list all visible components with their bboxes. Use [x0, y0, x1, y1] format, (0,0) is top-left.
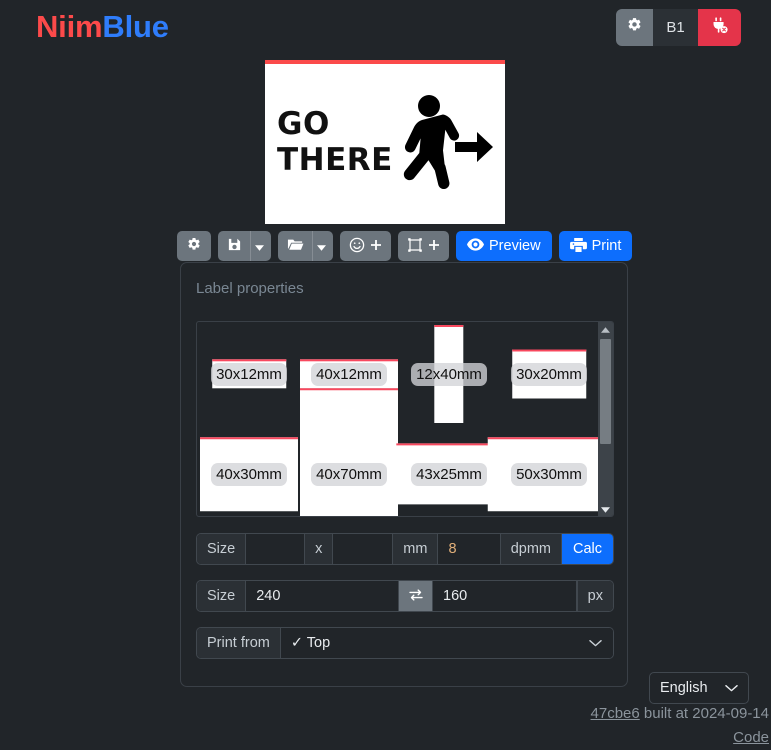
language-select[interactable]: English	[649, 672, 749, 704]
chevron-down-icon	[725, 680, 738, 696]
calc-button[interactable]: Calc	[561, 534, 613, 564]
label-text: GO THERE	[277, 106, 393, 178]
label-text-line-2: THERE	[277, 142, 393, 178]
label-properties-card: Label properties 30x12mm 40x12mm 12x40mm 30…	[180, 262, 628, 687]
printer-settings-button[interactable]	[616, 9, 653, 46]
app-header: NiimBlue B1	[0, 0, 771, 56]
brand-niim: Niim	[36, 9, 103, 44]
label-preset-30x20mm[interactable]: 30x20mm	[499, 324, 599, 424]
label-preset-label: 43x25mm	[411, 462, 487, 486]
printer-icon	[569, 237, 587, 256]
open-split-button	[278, 231, 333, 261]
label-preset-12x40mm[interactable]: 12x40mm	[399, 324, 499, 424]
label-preset-label: 12x40mm	[411, 362, 487, 386]
label-properties-title: Label properties	[196, 280, 304, 297]
disconnect-button[interactable]	[698, 9, 741, 46]
swap-arrows-icon	[408, 588, 424, 605]
open-dropdown-button[interactable]	[312, 231, 333, 261]
label-preset-40x70mm[interactable]: 40x70mm	[299, 388, 399, 516]
size-px-input-group: Size px	[196, 580, 614, 612]
label-preset-grid: 30x12mm 40x12mm 12x40mm 30x20mm 40x30mm 40x70…	[197, 322, 613, 516]
arrow-right-icon	[455, 132, 493, 162]
open-button[interactable]	[278, 231, 312, 261]
height-px-input[interactable]	[433, 581, 577, 611]
plus-icon	[370, 238, 382, 254]
label-preset-label: 40x70mm	[311, 462, 387, 486]
label-preset-label: 50x30mm	[511, 462, 587, 486]
plus-icon	[428, 238, 440, 254]
unit-dpmm-label: dpmm	[500, 534, 562, 564]
unit-px-label: px	[576, 581, 613, 611]
save-split-button	[218, 231, 271, 261]
label-preset-label: 30x12mm	[211, 362, 287, 386]
gear-icon	[626, 17, 643, 38]
height-mm-input[interactable]	[333, 534, 394, 564]
label-preset-43x25mm[interactable]: 43x25mm	[396, 424, 502, 516]
caret-up-icon	[601, 322, 610, 338]
size-mm-separator: x	[305, 534, 334, 564]
label-preset-shape	[300, 388, 398, 516]
label-preset-list: 30x12mm 40x12mm 12x40mm 30x20mm 40x30mm 40x70…	[196, 321, 614, 517]
caret-down-icon	[255, 238, 264, 254]
preset-scrollbar[interactable]	[598, 322, 613, 516]
label-text-line-1: GO	[277, 106, 330, 142]
folder-open-icon	[287, 237, 304, 255]
plug-disconnect-icon	[710, 16, 729, 39]
app-logo: NiimBlue	[36, 9, 169, 45]
scrollbar-thumb[interactable]	[600, 339, 611, 444]
preview-label: Preview	[489, 238, 541, 254]
connection-button-group: B1	[616, 9, 741, 46]
label-preset-label: 40x12mm	[311, 362, 387, 386]
scroll-up-button[interactable]	[598, 322, 613, 336]
size-mm-label: Size	[197, 534, 247, 564]
build-info: 47cbe6 built at 2024-09-14	[591, 705, 769, 722]
label-preset-30x12mm[interactable]: 30x12mm	[199, 324, 299, 424]
floppy-save-icon	[227, 237, 242, 255]
brand-blue: Blue	[102, 9, 169, 44]
preview-button[interactable]: Preview	[456, 231, 552, 261]
save-dropdown-button[interactable]	[250, 231, 271, 261]
swap-dimensions-button[interactable]	[399, 581, 434, 611]
size-px-label: Size	[197, 581, 247, 611]
print-from-select[interactable]: ✓ Top	[280, 628, 613, 658]
walking-person-icon	[393, 94, 493, 203]
label-preview[interactable]: GO THERE	[265, 60, 505, 224]
frame-plus-icon	[407, 237, 423, 256]
label-preset-50x30mm[interactable]: 50x30mm	[487, 424, 611, 516]
commit-link[interactable]: 47cbe6	[591, 705, 640, 722]
chevron-down-icon	[589, 635, 602, 651]
dpmm-input[interactable]	[438, 534, 501, 564]
eye-icon	[467, 237, 484, 255]
print-label: Print	[591, 238, 622, 254]
emoji-plus-icon	[349, 237, 365, 256]
caret-down-icon	[601, 500, 610, 516]
unit-mm-label: mm	[393, 534, 439, 564]
width-px-input[interactable]	[246, 581, 399, 611]
gear-icon	[186, 237, 202, 256]
source-code-link[interactable]: Code	[733, 729, 769, 746]
print-from-label: Print from	[197, 628, 281, 658]
caret-down-icon	[317, 238, 326, 254]
scroll-down-button[interactable]	[598, 502, 613, 516]
add-shape-button[interactable]	[398, 231, 449, 261]
label-preset-label: 40x30mm	[211, 462, 287, 486]
size-mm-input-group: Size x mm dpmm Calc	[196, 533, 614, 565]
label-preset-label: 30x20mm	[511, 362, 587, 386]
editor-settings-button[interactable]	[177, 231, 211, 261]
build-date-text: built at 2024-09-14	[639, 705, 769, 722]
print-button[interactable]: Print	[558, 231, 633, 261]
label-preset-40x30mm[interactable]: 40x30mm	[199, 424, 299, 516]
code-link-row: Code	[733, 729, 769, 746]
print-from-input-group: Print from ✓ Top	[196, 627, 614, 659]
width-mm-input[interactable]	[246, 534, 306, 564]
print-from-selected-value: ✓ Top	[290, 635, 331, 651]
label-canvas[interactable]: GO THERE	[265, 64, 505, 224]
language-selected-value: English	[660, 680, 708, 696]
add-emoji-button[interactable]	[340, 231, 391, 261]
printer-model-button[interactable]: B1	[653, 9, 698, 46]
save-button[interactable]	[218, 231, 250, 261]
editor-toolbar: Preview Print	[177, 231, 633, 261]
